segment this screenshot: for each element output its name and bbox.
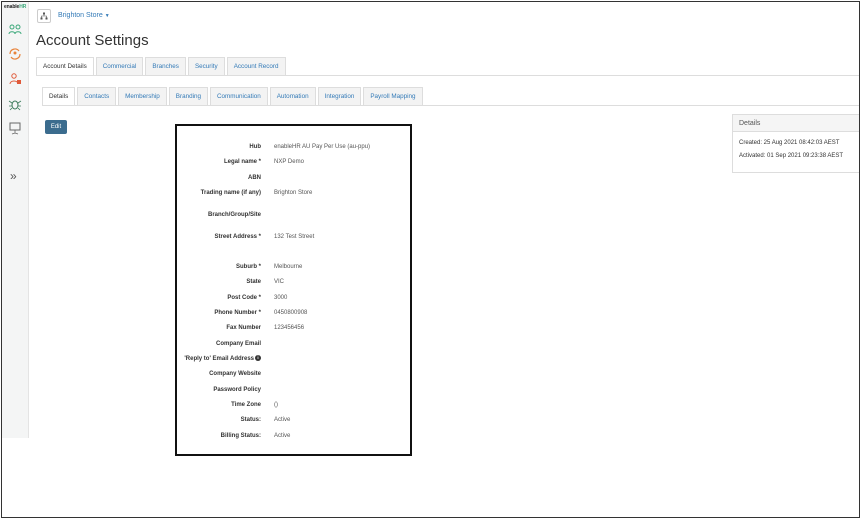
field-row-status: Status: Active <box>240 417 291 423</box>
person-alert-icon[interactable] <box>7 71 23 87</box>
field-row-trading-name: Trading name (if any) Brighton Store <box>200 190 313 196</box>
expand-rail-icon[interactable]: » <box>10 170 17 182</box>
secondary-tabs-divider <box>42 105 859 106</box>
logo: enableHR <box>4 4 27 10</box>
edit-button[interactable]: Edit <box>45 120 67 134</box>
left-rail: enableHR » <box>2 2 29 438</box>
tab-security[interactable]: Security <box>187 57 225 75</box>
tab-branches[interactable]: Branches <box>145 57 186 75</box>
field-row-reply-to-email: 'Reply to' Email Address i <box>177 354 410 364</box>
secondary-tabs: Details Contacts Membership Branding Com… <box>42 87 425 106</box>
field-row-suburb: Suburb * Melbourne <box>236 264 303 270</box>
tab-branding[interactable]: Branding <box>168 87 208 105</box>
side-panel-title: Details <box>733 115 859 132</box>
refresh-person-icon[interactable] <box>7 46 23 62</box>
people-icon[interactable] <box>7 22 23 38</box>
presentation-icon[interactable] <box>7 120 23 136</box>
field-row-password-policy: Password Policy <box>213 387 261 393</box>
primary-tabs-divider <box>36 75 859 76</box>
field-row-phone: Phone Number * 0450800908 <box>214 310 308 316</box>
primary-tabs: Account Details Commercial Branches Secu… <box>36 57 288 76</box>
field-row-street-address: Street Address * 132 Test Street <box>214 234 315 240</box>
field-row-post-code: Post Code * 3000 <box>227 295 288 301</box>
tab-details[interactable]: Details <box>42 87 76 106</box>
field-row-company-email: Company Email <box>215 341 261 347</box>
tab-account-details[interactable]: Account Details <box>36 57 94 76</box>
tab-payroll-mapping[interactable]: Payroll Mapping <box>363 87 423 105</box>
field-row-branch: Branch/Group/Site <box>207 212 261 218</box>
tab-membership[interactable]: Membership <box>118 87 167 105</box>
org-chart-icon <box>40 12 48 20</box>
field-row-state: State VIC <box>246 279 285 285</box>
field-row-billing-status: Billing Status: Active <box>220 433 291 439</box>
tab-automation[interactable]: Automation <box>269 87 316 105</box>
tab-commercial[interactable]: Commercial <box>95 57 144 75</box>
details-side-panel: Details Created: 25 Aug 2021 08:42:03 AE… <box>732 114 859 173</box>
caret-down-icon: ▼ <box>104 13 110 19</box>
field-row-abn: ABN <box>248 175 261 181</box>
field-row-legal-name: Legal name * NXP Demo <box>223 159 304 165</box>
info-icon[interactable]: i <box>255 355 261 362</box>
tab-account-record[interactable]: Account Record <box>226 57 286 75</box>
page-title: Account Settings <box>36 32 149 49</box>
tab-contacts[interactable]: Contacts <box>77 87 117 105</box>
field-row-time-zone: Time Zone() <box>231 402 278 408</box>
field-row-fax: Fax Number 123456456 <box>226 325 305 331</box>
bug-icon[interactable] <box>7 96 23 112</box>
org-switcher-button[interactable] <box>37 9 51 23</box>
app-window: enableHR » Brighton Store ▼ Account Setti… <box>1 1 860 518</box>
field-row-hub: Hub enableHR AU Pay Per Use (au-ppu) <box>249 144 371 150</box>
activated-timestamp: Activated: 01 Sep 2021 09:23:38 AEST <box>739 153 844 159</box>
tab-communication[interactable]: Communication <box>209 87 268 105</box>
tab-integration[interactable]: Integration <box>317 87 362 105</box>
created-timestamp: Created: 25 Aug 2021 08:42:03 AEST <box>739 140 840 146</box>
field-row-company-website: Company Website <box>209 371 261 377</box>
account-details-panel: Hub enableHR AU Pay Per Use (au-ppu) Lega… <box>175 124 412 456</box>
org-dropdown[interactable]: Brighton Store ▼ <box>58 12 110 19</box>
